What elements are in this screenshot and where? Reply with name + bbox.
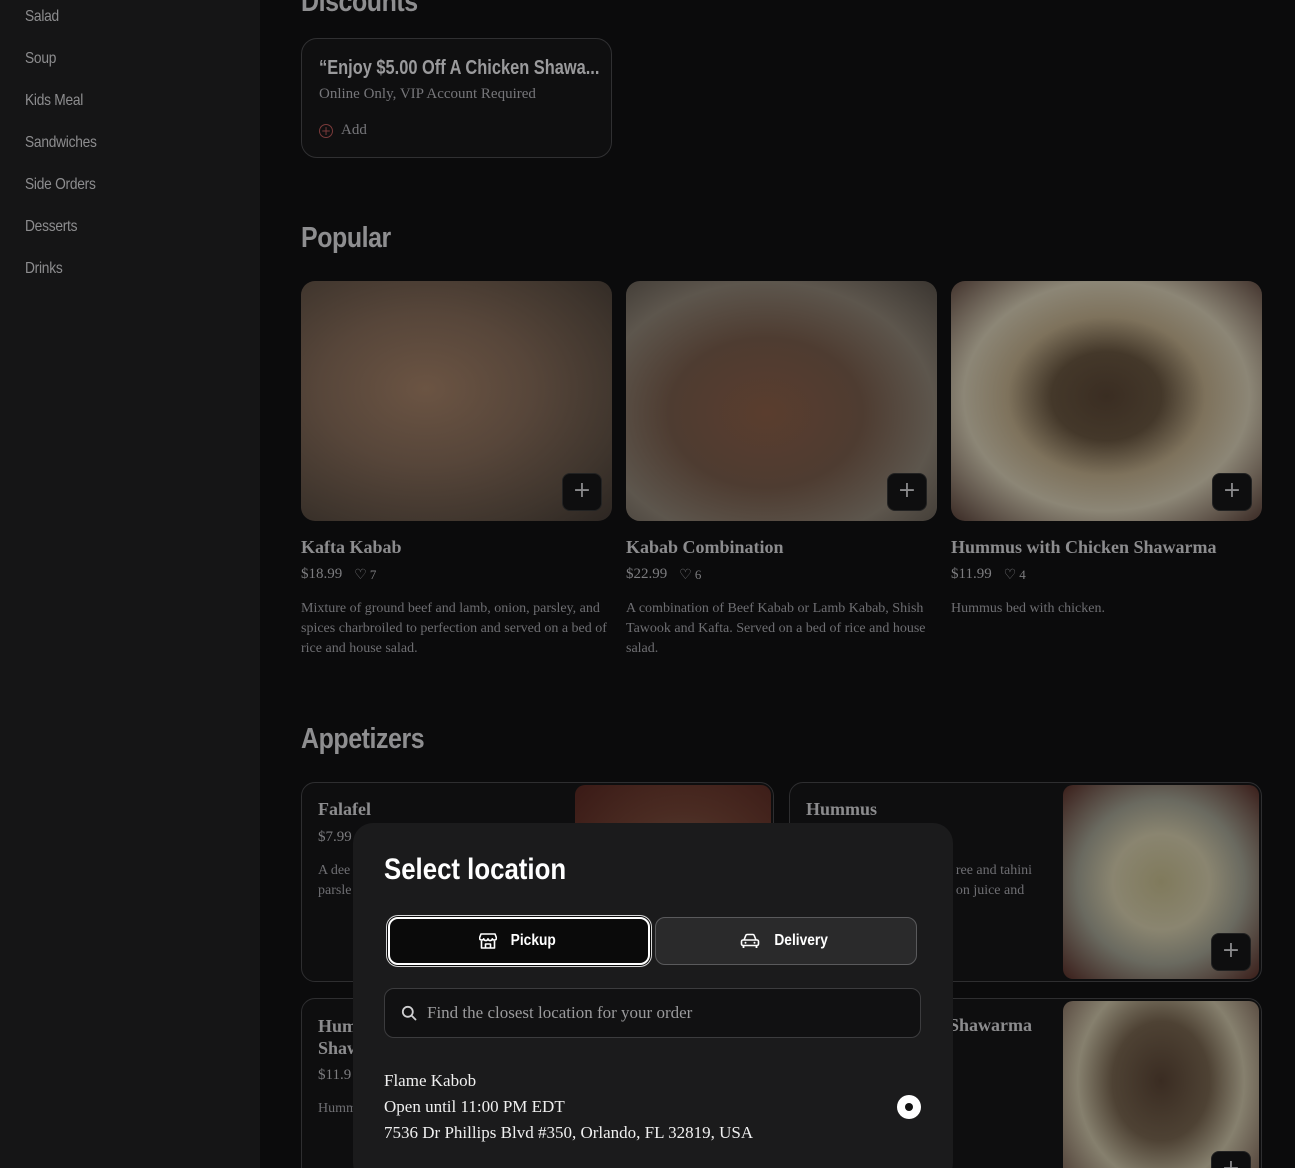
- location-search-input[interactable]: [427, 1003, 907, 1023]
- discount-add-label: Add: [341, 122, 367, 138]
- like-button[interactable]: ♡ 7: [354, 567, 376, 583]
- item-name: Kabab Combination: [626, 537, 784, 557]
- pickup-label: Pickup: [510, 932, 556, 949]
- item-name: Shawarma: [948, 1015, 1032, 1035]
- location-hours: Open until 11:00 PM EDT: [384, 1097, 565, 1116]
- dialog-title: Select location: [384, 853, 567, 886]
- item-price: $11.9: [318, 1067, 352, 1083]
- discount-add-button[interactable]: + Add: [319, 122, 367, 139]
- item-description-line: on juice and: [955, 883, 1025, 898]
- item-name: Kafta Kabab: [301, 537, 402, 557]
- menu-item-card[interactable]: + Kabab Combination $22.99 ♡ 6 A combinat…: [626, 281, 937, 659]
- store-icon: [478, 933, 497, 949]
- add-to-cart-button[interactable]: +: [1211, 933, 1251, 971]
- food-image: +: [626, 281, 937, 521]
- discount-card[interactable]: “Enjoy $5.00 Off A Chicken Shawa... Onli…: [301, 38, 612, 158]
- location-name: Flame Kabob: [384, 1071, 477, 1090]
- sidebar-item-salad[interactable]: Salad: [25, 8, 59, 26]
- item-description-line: ree and tahini: [955, 863, 1032, 878]
- popular-heading: Popular: [301, 222, 391, 254]
- food-image: +: [1063, 1001, 1259, 1168]
- item-description: Humm: [318, 1101, 357, 1116]
- car-icon: [740, 933, 760, 948]
- item-price: $7.99: [318, 829, 352, 845]
- food-image: +: [1063, 785, 1259, 979]
- delivery-toggle[interactable]: Delivery: [655, 917, 917, 965]
- like-count: 7: [369, 566, 377, 582]
- item-name: Hummus with Chicken Shawarma: [951, 537, 1217, 557]
- add-to-cart-button[interactable]: +: [1211, 1151, 1251, 1168]
- item-name: Hummus: [806, 799, 878, 819]
- menu-item-card[interactable]: + Kafta Kabab $18.99 ♡ 7 Mixture of groun…: [301, 281, 612, 659]
- sidebar-item-drinks[interactable]: Drinks: [25, 260, 63, 278]
- add-to-cart-button[interactable]: +: [887, 473, 927, 511]
- item-price: $22.99: [626, 566, 668, 582]
- like-button[interactable]: ♡ 4: [1004, 567, 1026, 583]
- item-description-line: A dee: [318, 863, 351, 878]
- location-address: 7536 Dr Phillips Blvd #350, Orlando, FL …: [384, 1123, 754, 1142]
- food-image: +: [301, 281, 612, 521]
- food-image: +: [951, 281, 1262, 521]
- select-location-dialog: Select location Pickup Delivery Flame Ka…: [353, 823, 953, 1168]
- item-description: A combination of Beef Kabab or Lamb Kaba…: [626, 601, 926, 656]
- category-sidebar: Salad Soup Kids Meal Sandwiches Side Ord…: [0, 0, 260, 1168]
- item-price: $11.99: [951, 566, 992, 582]
- item-description: Mixture of ground beef and lamb, onion, …: [301, 601, 607, 656]
- discount-title: “Enjoy $5.00 Off A Chicken Shawa...: [319, 57, 600, 79]
- item-description: ree and tahini on juice and: [956, 861, 1032, 901]
- item-description: Hummus bed with chicken.: [951, 601, 1105, 616]
- like-button[interactable]: ♡ 6: [679, 567, 701, 583]
- heart-icon: ♡: [354, 566, 367, 583]
- discount-subtitle: Online Only, VIP Account Required: [319, 86, 536, 102]
- sidebar-item-kids-meal[interactable]: Kids Meal: [25, 92, 83, 110]
- item-description-line: parsle: [318, 883, 352, 898]
- like-count: 4: [1019, 566, 1026, 582]
- sidebar-item-soup[interactable]: Soup: [25, 50, 56, 68]
- sidebar-item-sandwiches[interactable]: Sandwiches: [25, 134, 97, 152]
- appetizers-heading: Appetizers: [301, 723, 425, 755]
- add-to-cart-button[interactable]: +: [562, 473, 602, 511]
- plus-circle-icon: +: [319, 123, 333, 138]
- pickup-toggle[interactable]: Pickup: [388, 917, 650, 965]
- item-price: $18.99: [301, 566, 343, 582]
- sidebar-item-side-orders[interactable]: Side Orders: [25, 176, 96, 194]
- search-icon: [401, 1005, 417, 1021]
- like-count: 6: [694, 566, 702, 582]
- heart-icon: ♡: [679, 566, 692, 583]
- location-search[interactable]: [384, 988, 921, 1038]
- delivery-label: Delivery: [774, 932, 828, 949]
- menu-item-card[interactable]: + Hummus with Chicken Shawarma $11.99 ♡ 4…: [951, 281, 1262, 619]
- location-radio[interactable]: [897, 1095, 921, 1119]
- sidebar-item-desserts[interactable]: Desserts: [25, 218, 77, 236]
- location-option[interactable]: Flame Kabob Open until 11:00 PM EDT 7536…: [384, 1068, 753, 1146]
- item-description: A dee parsle: [318, 861, 351, 901]
- item-name: Falafel: [318, 799, 371, 819]
- add-to-cart-button[interactable]: +: [1212, 473, 1252, 511]
- heart-icon: ♡: [1003, 566, 1017, 583]
- discounts-heading: Discounts: [301, 0, 418, 18]
